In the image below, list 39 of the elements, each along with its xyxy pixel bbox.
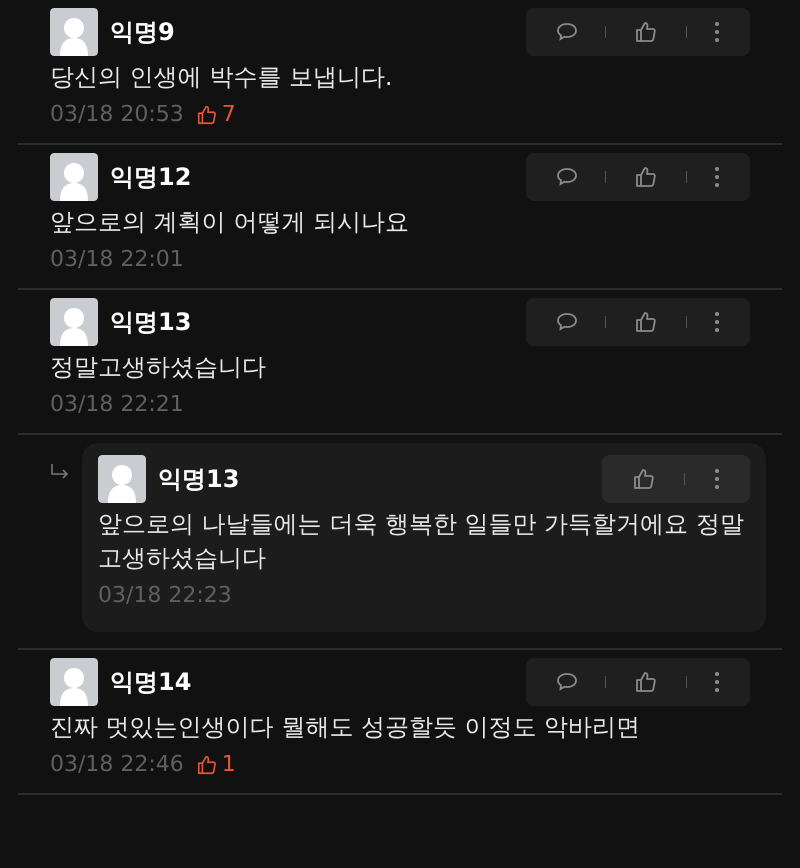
thumbs-up-icon[interactable] — [634, 165, 658, 189]
comment-icon[interactable] — [556, 167, 578, 187]
author-name: 익명13 — [110, 307, 192, 338]
author-name: 익명14 — [110, 667, 192, 698]
comment-icon[interactable] — [556, 312, 578, 332]
comment-icon[interactable] — [556, 22, 578, 42]
thumbs-up-icon[interactable] — [634, 20, 658, 44]
comment-time: 03/18 20:53 — [50, 101, 184, 129]
author-name: 익명13 — [158, 464, 240, 495]
more-icon[interactable] — [714, 311, 720, 333]
comment-text: 당신의 인생에 박수를 보냅니다. — [50, 62, 394, 93]
comment-time: 03/18 22:01 — [50, 246, 184, 274]
avatar-icon — [50, 658, 98, 706]
comment-text: 진짜 멋있는인생이다 뭘해도 성공할듯 이정도 악바리면 — [50, 712, 642, 743]
comment-text: 정말고생하셨습니다 — [50, 352, 267, 383]
like-count: 7 — [222, 101, 236, 129]
like-count-icon — [196, 104, 218, 126]
thumbs-up-icon[interactable] — [634, 670, 658, 694]
author-name: 익명9 — [110, 17, 175, 48]
comment-time: 03/18 22:23 — [98, 582, 232, 610]
avatar-icon — [50, 153, 98, 201]
comment-time: 03/18 22:46 — [50, 751, 184, 779]
more-icon[interactable] — [714, 21, 720, 43]
comment-icon[interactable] — [556, 672, 578, 692]
avatar-icon — [50, 298, 98, 346]
more-icon[interactable] — [714, 671, 720, 693]
more-icon[interactable] — [714, 468, 720, 490]
comment-time: 03/18 22:21 — [50, 391, 184, 419]
avatar-icon — [98, 455, 146, 503]
like-count: 1 — [222, 751, 236, 779]
more-icon[interactable] — [714, 166, 720, 188]
thumbs-up-icon[interactable] — [634, 310, 658, 334]
comment-text: 앞으로의 계획이 어떻게 되시나요 — [50, 207, 410, 238]
author-name: 익명12 — [110, 162, 192, 193]
comment-text: 앞으로의 나날들에는 더욱 행복한 일들만 가득할거에요 정말 고생하셨습니다 — [98, 509, 745, 574]
reply-arrow-icon — [50, 463, 70, 481]
thumbs-up-icon[interactable] — [632, 467, 656, 491]
avatar-icon — [50, 8, 98, 56]
like-count-icon — [196, 754, 218, 776]
